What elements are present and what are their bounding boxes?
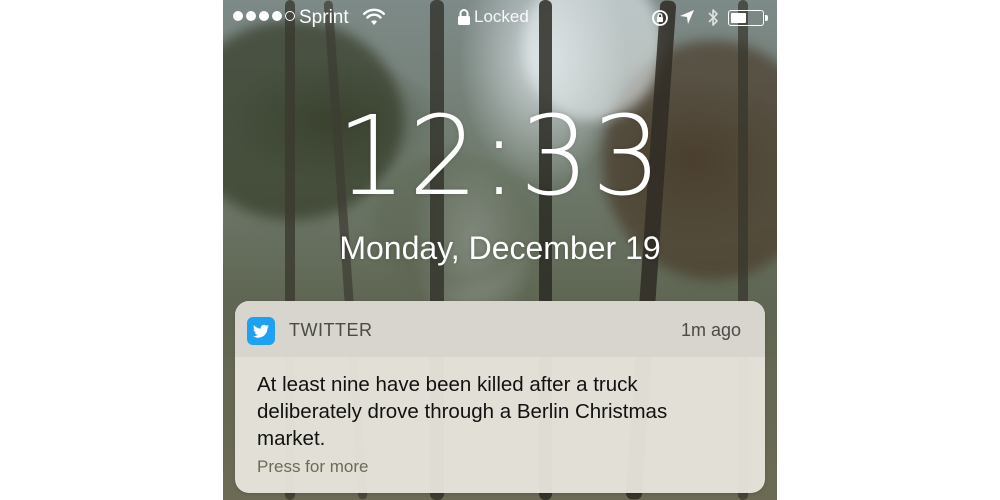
twitter-bird-icon [247, 317, 275, 345]
lock-label: Locked [474, 7, 529, 26]
signal-dot [246, 11, 256, 21]
lock-status: Locked [457, 6, 529, 28]
cellular-signal [233, 11, 295, 21]
battery-terminal [765, 15, 768, 21]
lock-screen-time: 12:33 [336, 92, 664, 220]
lock-screen: Sprint Locked 12:33 Monday, December 19 … [223, 0, 777, 500]
signal-dot [259, 11, 269, 21]
location-arrow-icon [680, 10, 694, 24]
notification-card[interactable]: TWITTER 1m ago At least nine have been k… [235, 301, 765, 493]
signal-dot [285, 11, 295, 21]
lock-screen-date: Monday, December 19 [339, 230, 661, 266]
bluetooth-icon [708, 9, 718, 26]
battery-indicator [728, 10, 768, 26]
notification-header: TWITTER 1m ago [235, 301, 765, 357]
signal-dot [233, 11, 243, 21]
rotation-lock-icon [652, 10, 668, 26]
battery-level [731, 13, 746, 23]
notification-message: At least nine have been killed after a t… [257, 373, 668, 450]
notification-timestamp: 1m ago [680, 320, 741, 340]
notification-app-name: TWITTER [289, 320, 373, 340]
wifi-icon [363, 8, 385, 25]
signal-dot [272, 11, 282, 21]
status-bar: Sprint Locked [223, 0, 777, 36]
carrier-name: Sprint [299, 7, 349, 28]
press-for-more-hint[interactable]: Press for more [257, 456, 368, 478]
lock-icon [458, 9, 470, 25]
page-frame: Sprint Locked 12:33 Monday, December 19 … [0, 0, 1000, 500]
